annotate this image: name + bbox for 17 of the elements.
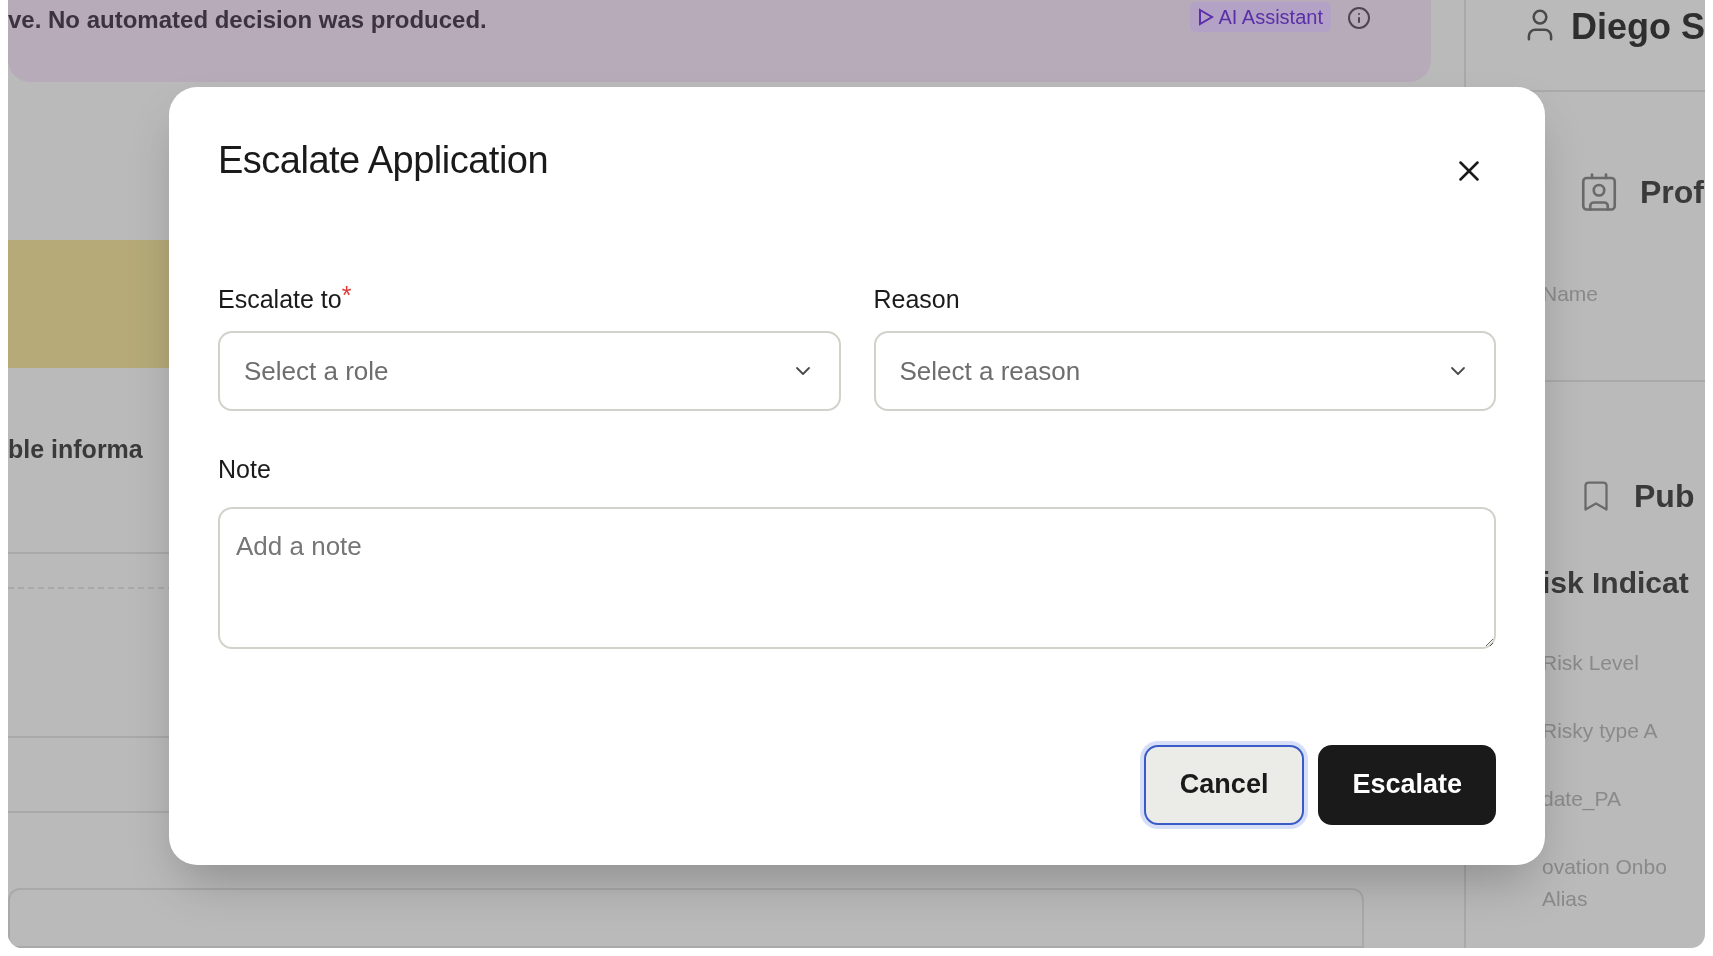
play-icon <box>1198 8 1215 26</box>
note-field[interactable]: Add a note <box>218 506 1496 649</box>
dropdown-field[interactable]: Select a reason <box>873 331 1496 411</box>
section-title[interactable]: Pub <box>1634 471 1695 520</box>
section-title[interactable]: Prof <box>1640 168 1704 216</box>
ai-assistant-link[interactable]: AI Assistant <box>1190 2 1331 32</box>
section-heading: ble informa <box>8 433 143 465</box>
user-name: Diego S <box>1571 5 1705 49</box>
required-mark: * <box>341 281 352 309</box>
dropdown-field[interactable]: Select a role <box>218 331 841 411</box>
note-label: Note <box>218 454 272 485</box>
field-label: Escalate to <box>218 284 342 315</box>
dialog-title: Escalate Application <box>218 138 549 183</box>
field-label: Reason <box>873 284 960 315</box>
banner-text: ve. No automated decision was produced. <box>8 5 487 35</box>
escalate-button[interactable]: Escalate <box>1318 744 1496 825</box>
info-icon[interactable] <box>1347 6 1371 30</box>
